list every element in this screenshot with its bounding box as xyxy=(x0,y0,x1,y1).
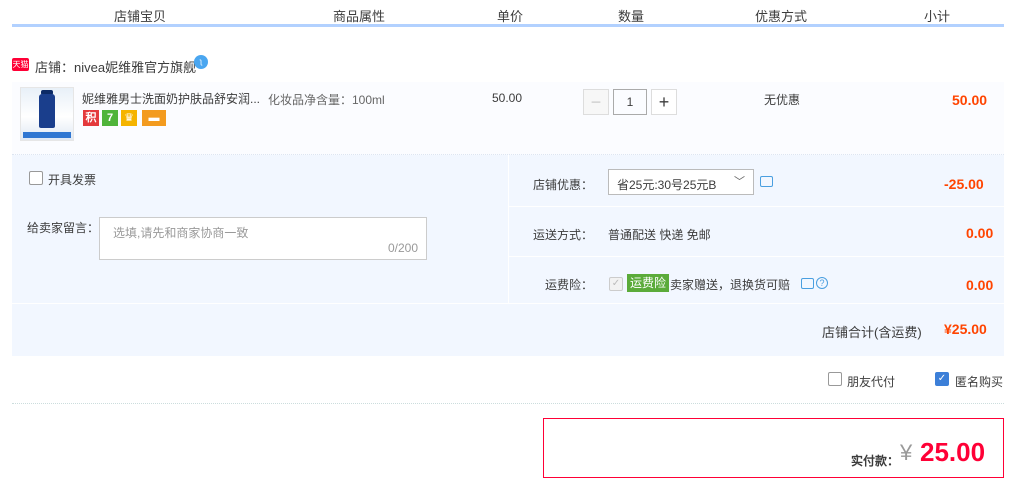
product-attribute: 化妆品净含量：100ml xyxy=(268,93,385,107)
header-col-subtotal: 小计 xyxy=(923,9,951,24)
insurance-badge: 运费险 xyxy=(627,274,670,292)
seller-message-input[interactable]: 选填,请先和商家协商一致 0/200 xyxy=(99,217,427,260)
chevron-down-icon: ﹀ xyxy=(734,176,745,188)
tmall-badge: 天猫 xyxy=(12,58,29,71)
cart-header: 店铺宝贝 商品属性 单价 数量 优惠方式 小计 xyxy=(12,0,1004,27)
store-discount-amount: -25.00 xyxy=(944,176,984,192)
insurance-amount: 0.00 xyxy=(966,277,994,293)
invoice-checkbox[interactable] xyxy=(29,171,43,185)
header-col-discount: 优惠方式 xyxy=(754,9,808,24)
invoice-label: 开具发票 xyxy=(48,173,97,187)
quantity-plus-button[interactable]: + xyxy=(651,89,677,115)
seven-day-return-badge-icon[interactable]: 7 xyxy=(102,110,118,126)
item-subtotal: 50.00 xyxy=(952,92,988,108)
shipping-amount: 0.00 xyxy=(966,225,994,241)
store-discount-selected: 省25元:30号25元B xyxy=(617,178,717,192)
message-label: 给卖家留言： xyxy=(27,221,100,235)
message-placeholder: 选填,请先和商家协商一致 xyxy=(113,226,249,240)
guarantee-badge-icon[interactable]: ♛ xyxy=(121,110,137,126)
discount-method: 无优惠 xyxy=(764,93,801,107)
payment-amount: 25.00 xyxy=(920,437,986,467)
shop-name-link[interactable]: 店铺：nivea妮维雅官方旗舰 xyxy=(35,57,196,76)
points-badge-icon[interactable]: 积 xyxy=(83,110,99,126)
store-discount-select[interactable]: 省25元:30号25元B ﹀ xyxy=(608,169,754,195)
wangwang-chat-icon[interactable]: ʅ xyxy=(194,55,208,69)
message-char-counter: 0/200 xyxy=(387,241,418,255)
anonymous-label: 匿名购买 xyxy=(955,375,1004,389)
product-title-link[interactable]: 妮维雅男士洗面奶护肤品舒安润... xyxy=(82,90,260,107)
friend-pay-label: 朋友代付 xyxy=(847,375,896,389)
shipping-method: 普通配送 快递 免邮 xyxy=(608,228,711,242)
insurance-checkbox[interactable]: ✓ xyxy=(609,277,623,291)
store-discount-label: 店铺优惠： xyxy=(533,178,594,192)
payment-currency: ¥ xyxy=(900,440,913,465)
header-col-item: 店铺宝贝 xyxy=(113,9,167,24)
store-total-label: 店铺合计(含运费) xyxy=(822,325,922,340)
shipping-label: 运送方式： xyxy=(533,228,594,242)
header-col-attributes: 商品属性 xyxy=(332,9,386,24)
insurance-label: 运费险： xyxy=(545,278,594,292)
help-icon[interactable]: ? xyxy=(816,277,828,289)
header-col-price: 单价 xyxy=(496,9,524,24)
unit-price: 50.00 xyxy=(492,91,523,105)
product-thumbnail[interactable] xyxy=(20,87,74,141)
divider xyxy=(12,403,1004,404)
friend-pay-checkbox[interactable] xyxy=(828,372,842,386)
comment-icon[interactable] xyxy=(760,176,773,187)
store-total-amount: ¥25.00 xyxy=(944,321,987,337)
quantity-input[interactable]: 1 xyxy=(613,89,647,115)
header-col-quantity: 数量 xyxy=(617,9,645,24)
credit-card-badge-icon[interactable]: ▬ xyxy=(142,110,166,126)
anonymous-checkbox[interactable]: ✓ xyxy=(935,372,949,386)
insurance-text: 卖家赠送，退换货可赔 xyxy=(670,278,791,292)
payment-label: 实付款： xyxy=(851,454,900,468)
quantity-minus-button[interactable]: − xyxy=(583,89,609,115)
comment-icon[interactable] xyxy=(801,278,814,289)
